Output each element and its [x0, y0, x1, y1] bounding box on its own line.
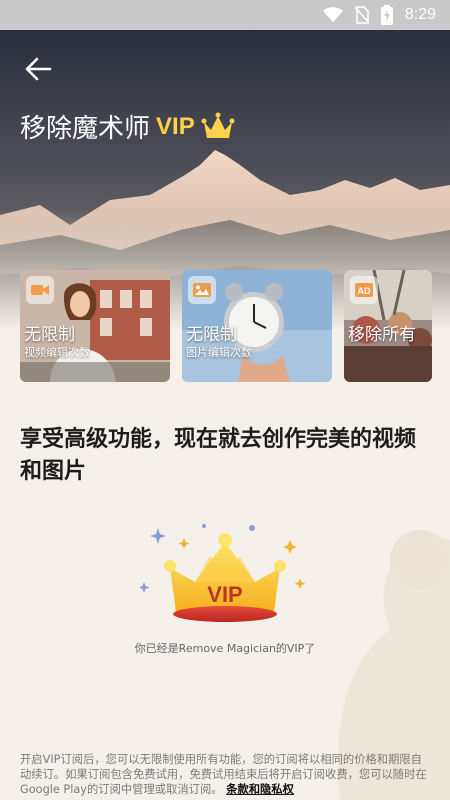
card-subtitle: 视频编辑次数 [24, 346, 90, 359]
card-title: 无限制 [186, 325, 237, 345]
no-sim-icon [354, 6, 369, 24]
back-arrow-icon [25, 57, 52, 81]
image-badge [188, 276, 216, 304]
vip-crown-illustration: VIP [138, 520, 310, 640]
card-title: 移除所有 [348, 325, 416, 345]
crown-vip-text: VIP [207, 582, 242, 607]
ad-icon: AD [355, 283, 373, 297]
vip-status-text: 你已经是Remove Magician的VIP了 [134, 642, 316, 655]
status-bar: 8:29 [0, 0, 450, 30]
terms-text: 开启VIP订阅后，您可以无限制使用所有功能，您的订阅将以相同的价格和期限自动续订… [20, 753, 427, 796]
terms-privacy-link[interactable]: 条款和隐私权 [226, 783, 294, 796]
card-title: 无限制 [24, 325, 75, 345]
page-title: 移除魔术师 [20, 114, 151, 144]
battery-charging-icon [380, 5, 393, 25]
crown-icon [201, 112, 235, 138]
feature-card-video[interactable]: 无限制 视频编辑次数 [20, 270, 170, 382]
feature-cards: 无限制 视频编辑次数 无限制 图片编辑次数 AD 移除所有 [20, 270, 450, 382]
headline: 享受高级功能，现在就去创作完美的视频和图片 [20, 427, 417, 484]
video-camera-badge [26, 276, 54, 304]
ad-badge: AD [350, 276, 378, 304]
image-icon [193, 283, 211, 297]
feature-card-ads[interactable]: AD 移除所有 [344, 270, 432, 382]
feature-card-image[interactable]: 无限制 图片编辑次数 [182, 270, 332, 382]
card-subtitle: 图片编辑次数 [186, 346, 252, 359]
wifi-icon [322, 7, 343, 22]
video-camera-icon [31, 285, 49, 295]
vip-label: VIP [156, 112, 195, 140]
vip-crown-icon: VIP [138, 524, 306, 622]
subscription-terms: 开启VIP订阅后，您可以无限制使用所有功能，您的订阅将以相同的价格和期限自动续订… [20, 752, 430, 797]
status-time: 8:29 [404, 6, 436, 23]
svg-text:AD: AD [358, 286, 371, 296]
page-title-row: 移除魔术师 VIP [20, 108, 235, 145]
back-button[interactable] [24, 56, 54, 82]
